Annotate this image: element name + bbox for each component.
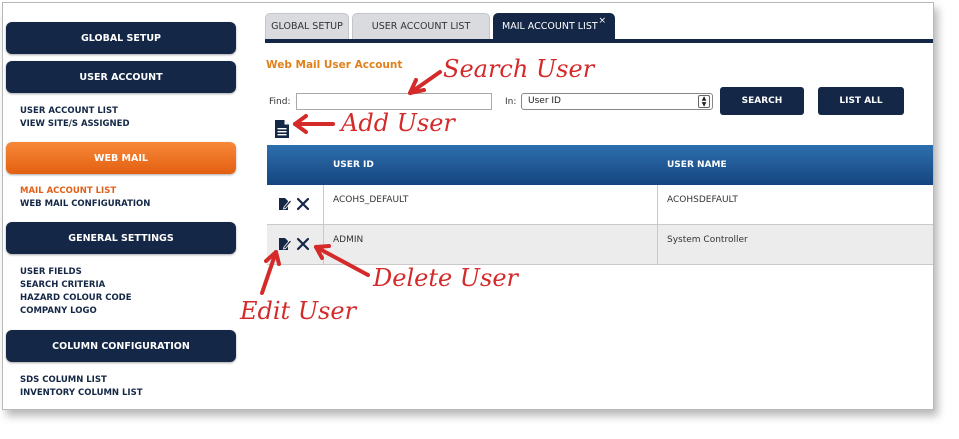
sidebar-link-sds-column-list[interactable]: SDS COLUMN LIST [20,374,107,387]
cell-user-name: ACOHSDEFAULT [667,195,738,205]
tab-global-setup[interactable]: GLOBAL SETUP [265,13,349,39]
search-input[interactable] [296,93,492,110]
tab-mail-account-list[interactable]: MAIL ACCOUNT LIST × [493,13,615,39]
sidebar-link-user-account-list[interactable]: USER ACCOUNT LIST [20,105,118,118]
sidebar-column-configuration-button[interactable]: COLUMN CONFIGURATION [6,330,236,362]
page-title: Web Mail User Account [266,59,403,71]
sidebar-link-company-logo[interactable]: COMPANY LOGO [20,305,97,318]
cell-user-id: ACOHS_DEFAULT [333,195,409,205]
close-icon[interactable]: × [598,16,606,26]
column-divider [657,185,658,224]
tab-user-account-list[interactable]: USER ACCOUNT LIST [352,13,490,39]
annotation-delete-user: Delete User [373,264,519,292]
column-divider [323,185,324,224]
cell-user-id: ADMIN [333,235,364,245]
delete-icon[interactable] [296,237,310,251]
table-row[interactable]: ACOHS_DEFAULT ACOHSDEFAULT [267,185,933,225]
sidebar-link-hazard-colour-code[interactable]: HAZARD COLOUR CODE [20,292,132,305]
tab-label: USER ACCOUNT LIST [371,21,471,32]
annotation-edit-user: Edit User [240,297,357,325]
search-field-select[interactable]: User ID ▲ ▼ [521,93,713,110]
annotation-search-user: Search User [443,55,595,83]
sidebar-web-mail-button[interactable]: WEB MAIL [6,142,236,174]
column-header-user-id[interactable]: USER ID [333,160,374,170]
table-header: USER ID USER NAME [267,145,933,185]
column-divider [323,225,324,264]
sidebar-link-search-criteria[interactable]: SEARCH CRITERIA [20,279,105,292]
tab-label: MAIL ACCOUNT LIST [502,21,598,32]
sidebar-user-account-button[interactable]: USER ACCOUNT [6,61,236,93]
cell-user-name: System Controller [667,235,748,245]
table-row[interactable]: ADMIN System Controller [267,225,933,265]
updown-arrow-icon: ▲ ▼ [698,95,710,108]
column-divider [657,225,658,264]
sidebar-link-inventory-column-list[interactable]: INVENTORY COLUMN LIST [20,387,143,400]
find-label: Find: [269,97,291,107]
sidebar-link-web-mail-configuration[interactable]: WEB MAIL CONFIGURATION [20,198,150,211]
search-button[interactable]: SEARCH [720,87,804,115]
sidebar-general-settings-button[interactable]: GENERAL SETTINGS [6,222,236,254]
delete-icon[interactable] [296,197,310,211]
sidebar-link-mail-account-list[interactable]: MAIL ACCOUNT LIST [20,185,116,198]
edit-icon[interactable] [278,197,292,211]
column-header-user-name[interactable]: USER NAME [667,160,727,170]
edit-icon[interactable] [278,237,292,251]
tab-underline [265,39,933,43]
in-label: In: [505,97,517,107]
sidebar-link-user-fields[interactable]: USER FIELDS [20,266,82,279]
sidebar-global-setup-button[interactable]: GLOBAL SETUP [6,22,236,54]
tab-label: GLOBAL SETUP [271,21,343,32]
annotation-add-user: Add User [341,109,455,137]
list-all-button[interactable]: LIST ALL [818,87,904,115]
document-add-icon[interactable] [274,119,290,139]
sidebar-link-view-sites-assigned[interactable]: VIEW SITE/S ASSIGNED [20,118,130,131]
select-value: User ID [528,96,561,106]
sidebar: GLOBAL SETUP USER ACCOUNT USER ACCOUNT L… [3,3,253,409]
